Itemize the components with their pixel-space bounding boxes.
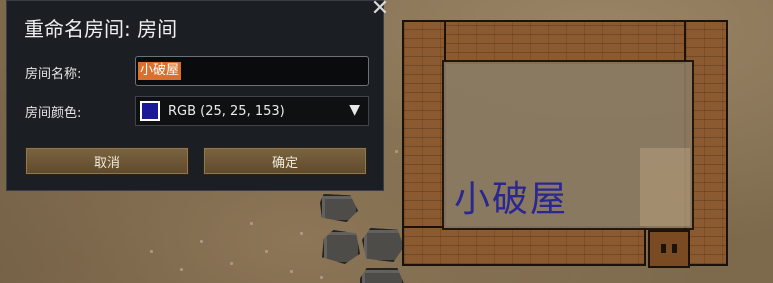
color-swatch (140, 101, 160, 121)
rock (362, 228, 404, 262)
rename-room-dialog: 重命名房间: 房间 ✕ 房间名称: 小破屋 房间颜色: RGB (25, 25,… (6, 0, 389, 191)
room-building[interactable]: 小破屋 (402, 20, 728, 268)
dialog-title: 重命名房间: 房间 (24, 17, 178, 41)
room-name-value: 小破屋 (138, 62, 182, 80)
pebble (290, 270, 293, 273)
door[interactable] (648, 230, 690, 268)
pebble (265, 250, 268, 253)
pebble (200, 240, 203, 243)
wall-top (402, 20, 728, 64)
dropdown-arrow-icon: ▼ (349, 102, 360, 118)
room-name-field-label: 房间名称: (25, 67, 82, 82)
pebble (250, 222, 253, 225)
pebble (230, 262, 233, 265)
rock (360, 268, 404, 283)
floor-light (640, 148, 690, 226)
pebble (320, 276, 323, 279)
rock (320, 194, 358, 222)
pebble (180, 268, 183, 271)
door-knob-left (661, 244, 666, 253)
confirm-button[interactable]: 确定 (203, 147, 367, 175)
close-icon[interactable]: ✕ (369, 0, 391, 20)
room-color-field-label: 房间颜色: (25, 106, 82, 121)
cancel-button[interactable]: 取消 (25, 147, 189, 175)
wall-bottom (402, 226, 646, 266)
pebble (300, 232, 303, 235)
pebble (150, 250, 153, 253)
pebble (395, 150, 398, 153)
room-name-label: 小破屋 (454, 179, 569, 220)
room-name-input[interactable]: 小破屋 (135, 56, 369, 86)
door-knob-right (672, 244, 677, 253)
color-value: RGB (25, 25, 153) (168, 103, 285, 119)
rock (322, 230, 360, 264)
room-color-dropdown[interactable]: RGB (25, 25, 153) ▼ (135, 96, 369, 126)
